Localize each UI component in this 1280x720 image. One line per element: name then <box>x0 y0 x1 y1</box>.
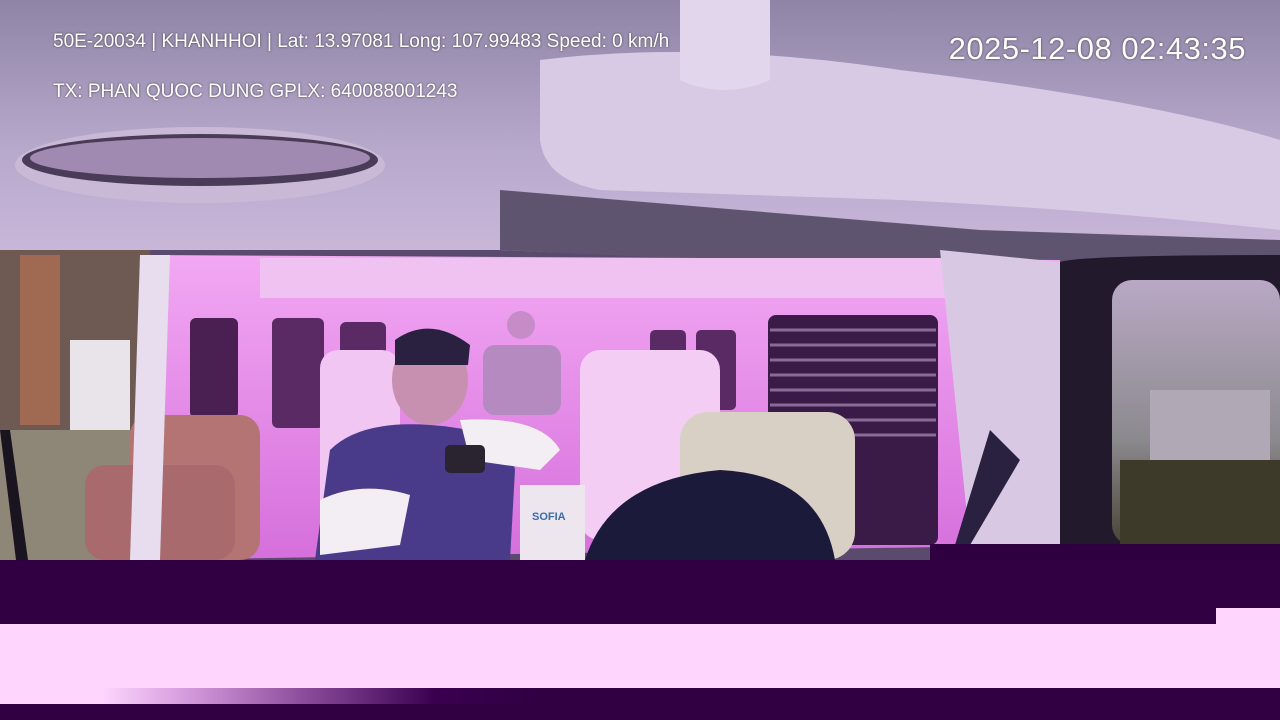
box-label: SOFIA <box>532 511 566 523</box>
video-artifact-band-light <box>0 624 1280 688</box>
video-artifact-band-tail <box>0 704 1280 720</box>
vehicle-gps-overlay: 50E-20034 | KHANHHOI | Lat: 13.97081 Lon… <box>53 31 670 52</box>
driver-license-overlay: TX: PHAN QUOC DUNG GPLX: 640088001243 <box>53 81 458 102</box>
dashcam-frame: SOFIA 50E-20034 | KHANHHOI | Lat: 13.970… <box>0 0 1280 720</box>
video-artifact-band-tab <box>1216 608 1280 624</box>
video-artifact-band-dark <box>0 560 1280 624</box>
timestamp-overlay: 2025-12-08 02:43:35 <box>948 31 1246 66</box>
video-artifact-strip <box>930 544 1280 560</box>
